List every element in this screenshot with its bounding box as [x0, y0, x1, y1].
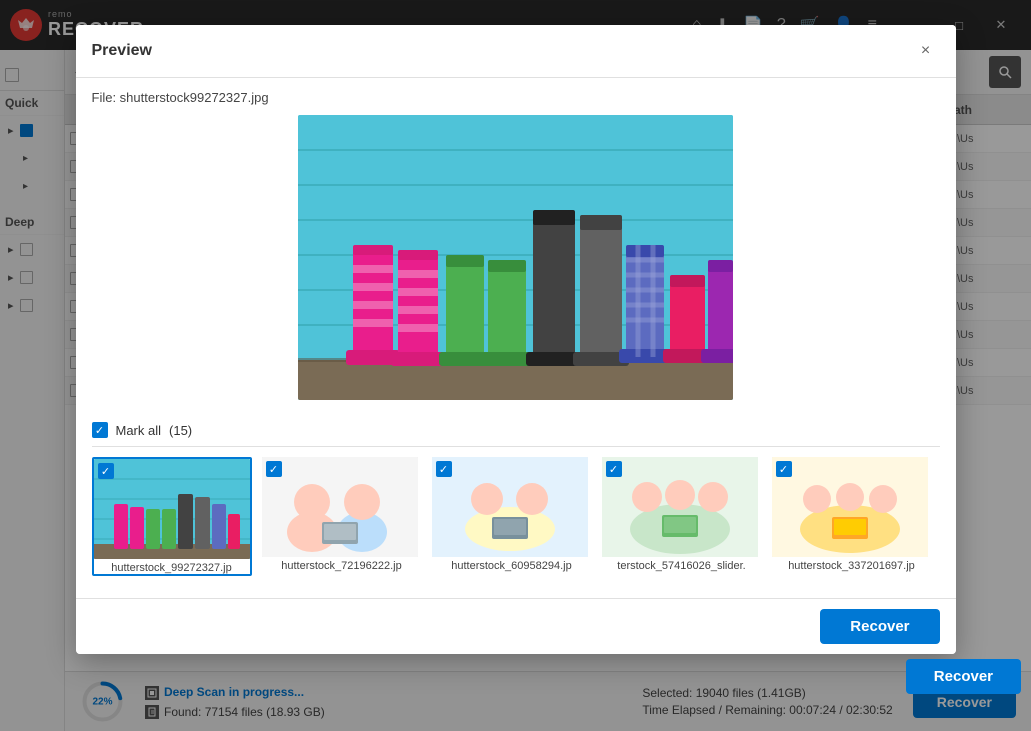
mark-all-checkbox[interactable]: ✓	[92, 422, 108, 438]
thumbnail-image: ✓	[602, 457, 758, 557]
thumbnail-item[interactable]: ✓ hutterstock_60958294.jp	[432, 457, 592, 576]
thumbnail-image: ✓	[432, 457, 588, 557]
thumbnail-image: ✓	[94, 459, 250, 559]
thumbnail-item[interactable]: ✓ terstock_57416026_slider.	[602, 457, 762, 576]
modal-close-button[interactable]: ×	[912, 37, 940, 65]
thumbnail-image: ✓	[262, 457, 418, 557]
recover-bottom-button[interactable]: Recover	[906, 659, 1021, 694]
thumbnail-checkbox[interactable]: ✓	[606, 461, 622, 477]
mark-all-label: Mark all	[116, 423, 162, 438]
preview-image	[298, 115, 733, 400]
mark-all-count: (15)	[169, 423, 192, 438]
preview-image-container	[92, 115, 940, 400]
thumbnail-label: hutterstock_337201697.jp	[772, 560, 932, 572]
thumbnail-label: hutterstock_99272327.jp	[94, 562, 250, 574]
modal-footer: Recover	[76, 598, 956, 654]
thumbnail-label: hutterstock_72196222.jp	[262, 560, 422, 572]
modal-body: File: shutterstock99272327.jpg	[76, 78, 956, 598]
mark-all-bar: ✓ Mark all (15)	[92, 414, 940, 447]
thumbnail-item[interactable]: ✓	[92, 457, 252, 576]
thumbnail-label: hutterstock_60958294.jp	[432, 560, 592, 572]
thumbnail-item[interactable]: ✓ hutterstock_72196222.jp	[262, 457, 422, 576]
preview-modal: Preview × File: shutterstock99272327.jpg	[76, 25, 956, 654]
modal-recover-button[interactable]: Recover	[820, 609, 939, 644]
thumbnail-checkbox[interactable]: ✓	[776, 461, 792, 477]
thumbnail-image: ✓	[772, 457, 928, 557]
thumbnails-strip: ✓	[92, 447, 940, 586]
thumbnail-checkbox[interactable]: ✓	[436, 461, 452, 477]
file-label: File: shutterstock99272327.jpg	[92, 90, 940, 105]
thumbnail-checkbox[interactable]: ✓	[266, 461, 282, 477]
modal-header: Preview ×	[76, 25, 956, 78]
modal-title: Preview	[92, 42, 912, 60]
thumbnail-label: terstock_57416026_slider.	[602, 560, 762, 572]
modal-overlay: Preview × File: shutterstock99272327.jpg	[0, 0, 1031, 731]
thumbnail-item[interactable]: ✓ hutterstock_337201697.jp	[772, 457, 932, 576]
thumbnail-checkbox[interactable]: ✓	[98, 463, 114, 479]
